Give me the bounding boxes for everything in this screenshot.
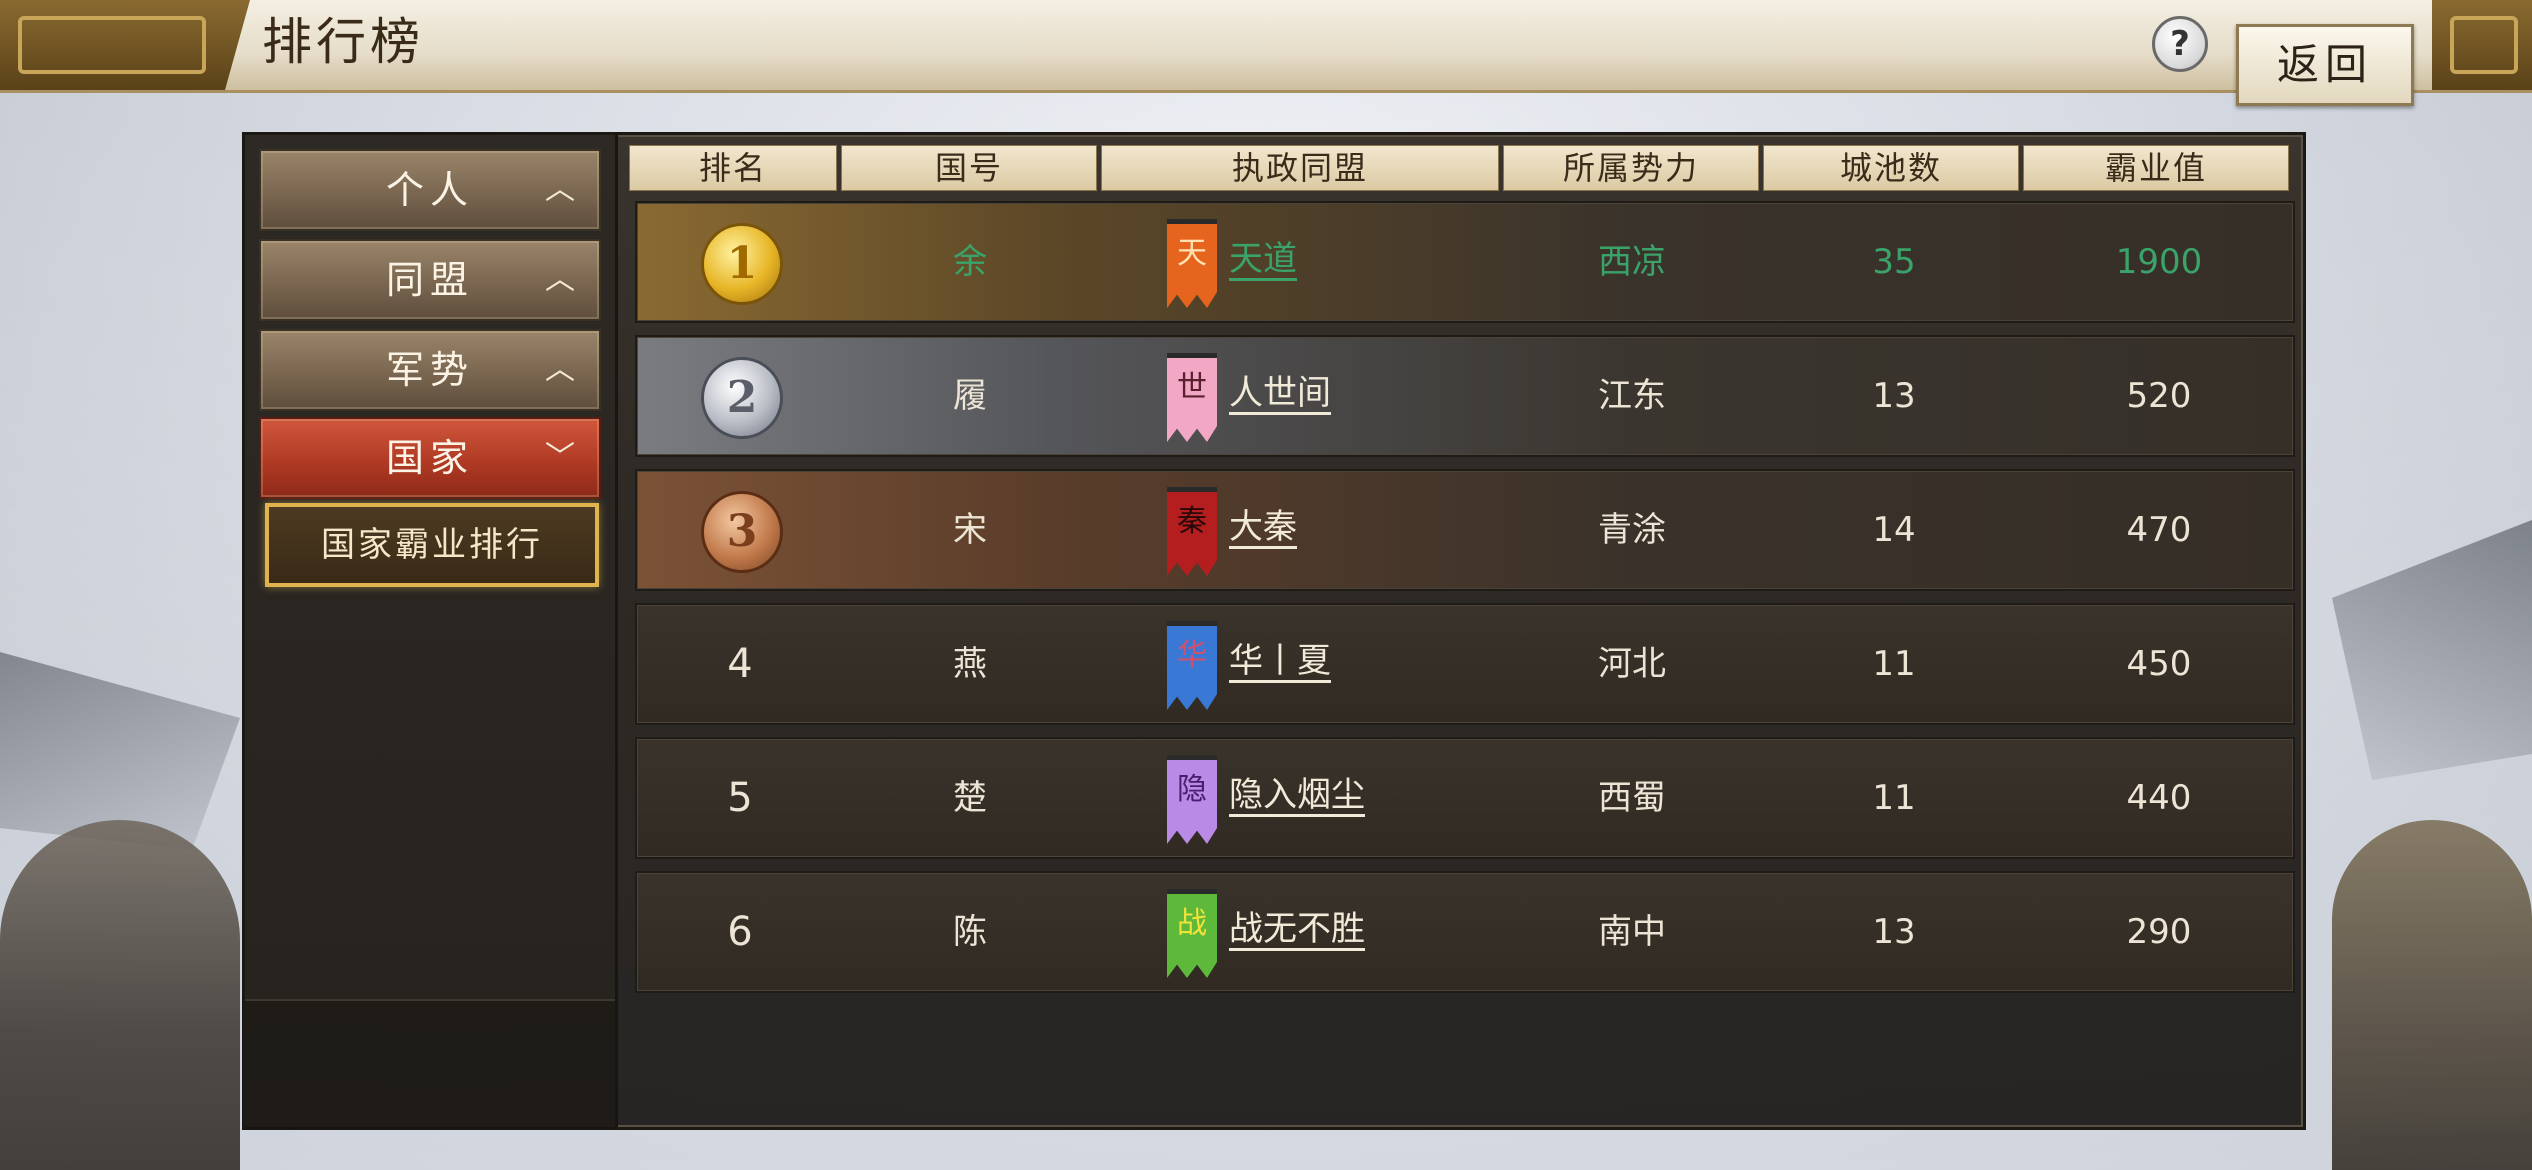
rank-cell: 5 <box>727 775 753 821</box>
column-header-nation[interactable]: 国号 <box>841 145 1097 191</box>
cities-cell: 11 <box>1872 644 1916 684</box>
nation-cell: 楚 <box>953 778 987 818</box>
cities-cell: 14 <box>1872 510 1916 550</box>
ranking-panel: 个人 ︿ 同盟 ︿ 军势 ︿ 国家 ﹀ 国家霸业排行 排名 国号 执政同盟 所属… <box>242 132 2306 1130</box>
nav-item-military[interactable]: 军势 ︿ <box>259 329 601 411</box>
sub-item-nation-hegemony-ranking[interactable]: 国家霸业排行 <box>265 503 599 587</box>
faction-cell: 西凉 <box>1598 242 1666 282</box>
silver-medal-icon: 2 <box>701 357 783 439</box>
nation-cell: 陈 <box>953 912 987 952</box>
table-row[interactable]: 3 宋 秦 大秦 青涂 14 470 <box>635 469 2295 591</box>
gold-medal-icon: 1 <box>701 223 783 305</box>
bronze-medal-icon: 3 <box>701 491 783 573</box>
page-title: 排行榜 <box>262 13 424 71</box>
table-row[interactable]: 5 楚 隐 隐入烟尘 西蜀 11 440 <box>635 737 2295 859</box>
table-row[interactable]: 4 燕 华 华丨夏 河北 11 450 <box>635 603 2295 725</box>
nav-item-nation[interactable]: 国家 ﹀ <box>259 417 601 499</box>
nation-cell: 余 <box>953 242 987 282</box>
column-header-ruling-alliance[interactable]: 执政同盟 <box>1101 145 1499 191</box>
column-header-rank[interactable]: 排名 <box>629 145 837 191</box>
rank-cell: 6 <box>727 909 753 955</box>
chevron-up-icon: ︿ <box>545 352 575 387</box>
cities-cell: 13 <box>1872 912 1916 952</box>
score-cell: 440 <box>2126 778 2192 818</box>
alliance-banner-icon: 秦 <box>1167 487 1217 576</box>
help-button[interactable]: ? <box>2152 16 2208 72</box>
table-row[interactable]: 6 陈 战 战无不胜 南中 13 290 <box>635 871 2295 993</box>
faction-cell: 西蜀 <box>1598 778 1666 818</box>
faction-cell: 南中 <box>1598 912 1666 952</box>
score-cell: 520 <box>2126 376 2192 416</box>
ranking-sidebar: 个人 ︿ 同盟 ︿ 军势 ︿ 国家 ﹀ 国家霸业排行 <box>245 135 618 1129</box>
score-cell: 1900 <box>2115 242 2203 282</box>
chevron-down-icon: ﹀ <box>545 440 575 475</box>
alliance-link[interactable]: 华丨夏 <box>1229 605 1331 717</box>
back-button[interactable]: 返回 <box>2236 24 2414 106</box>
alliance-banner-icon: 战 <box>1167 889 1217 978</box>
faction-cell: 江东 <box>1598 376 1666 416</box>
cities-cell: 35 <box>1872 242 1916 282</box>
rank-cell: 4 <box>727 641 753 687</box>
alliance-banner-icon: 天 <box>1167 219 1217 308</box>
title-bar: 排行榜 ? 返回 <box>0 0 2532 106</box>
score-cell: 450 <box>2126 644 2192 684</box>
column-header-faction[interactable]: 所属势力 <box>1503 145 1759 191</box>
table-row[interactable]: 1 余 天 天道 西凉 35 1900 <box>635 201 2295 323</box>
nation-cell: 宋 <box>953 510 987 550</box>
column-header-hegemony-score[interactable]: 霸业值 <box>2023 145 2289 191</box>
alliance-banner-icon: 隐 <box>1167 755 1217 844</box>
background-general-right <box>2332 820 2532 1170</box>
alliance-banner-icon: 华 <box>1167 621 1217 710</box>
alliance-link[interactable]: 天道 <box>1229 203 1297 315</box>
alliance-link[interactable]: 人世间 <box>1229 337 1331 449</box>
alliance-link[interactable]: 隐入烟尘 <box>1229 739 1365 851</box>
nation-cell: 履 <box>953 376 987 416</box>
nav-item-personal[interactable]: 个人 ︿ <box>259 149 601 231</box>
score-cell: 470 <box>2126 510 2192 550</box>
title-ornament-left <box>0 0 250 90</box>
faction-cell: 青涂 <box>1598 510 1666 550</box>
table-row[interactable]: 2 履 世 人世间 江东 13 520 <box>635 335 2295 457</box>
score-cell: 290 <box>2126 912 2192 952</box>
background-general-left <box>0 820 240 1170</box>
cities-cell: 11 <box>1872 778 1916 818</box>
chevron-up-icon: ︿ <box>545 172 575 207</box>
chevron-up-icon: ︿ <box>545 262 575 297</box>
column-header-cities[interactable]: 城池数 <box>1763 145 2019 191</box>
alliance-banner-icon: 世 <box>1167 353 1217 442</box>
cities-cell: 13 <box>1872 376 1916 416</box>
faction-cell: 河北 <box>1598 644 1666 684</box>
sidebar-footer <box>245 999 615 1129</box>
nation-cell: 燕 <box>953 644 987 684</box>
title-ornament-right <box>2432 0 2532 90</box>
nav-item-alliance[interactable]: 同盟 ︿ <box>259 239 601 321</box>
alliance-link[interactable]: 大秦 <box>1229 471 1297 583</box>
alliance-link[interactable]: 战无不胜 <box>1229 873 1365 985</box>
